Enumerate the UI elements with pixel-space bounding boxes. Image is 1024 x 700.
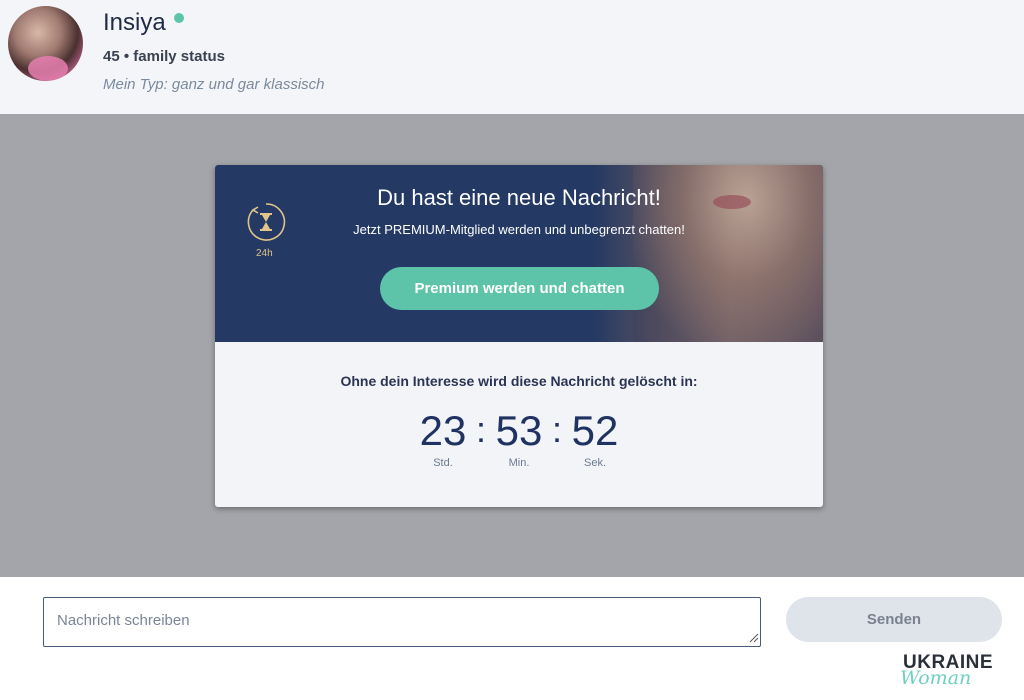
- watermark-line2: Woman: [900, 667, 972, 689]
- profile-type: Mein Typ: ganz und gar klassisch: [103, 76, 325, 93]
- watermark-logo: UKRAINE Woman: [900, 652, 1020, 696]
- online-indicator: [173, 13, 184, 23]
- premium-modal: 24h Du hast eine neue Nachricht! Jetzt P…: [215, 165, 823, 507]
- modal-title: Du hast eine neue Nachricht!: [377, 185, 661, 210]
- minutes-value: 53: [495, 407, 543, 454]
- seconds-value: 52: [571, 407, 619, 454]
- name-row: Insiya: [103, 9, 184, 37]
- modal-banner: 24h Du hast eine neue Nachricht! Jetzt P…: [215, 165, 823, 342]
- deletion-warning: Ohne dein Interesse wird diese Nachricht…: [340, 373, 698, 389]
- profile-status: 45 • family status: [103, 48, 225, 65]
- hours-label: Std.: [433, 457, 453, 469]
- countdown-separator: :: [475, 409, 486, 450]
- seconds-label: Sek.: [583, 457, 606, 469]
- profile-header: Insiya 45 • family status Mein Typ: ganz…: [0, 0, 1024, 114]
- minutes-label: Min.: [508, 457, 530, 469]
- countdown-seconds: 52 Sek.: [565, 405, 625, 469]
- countdown-hours: 23 Std.: [413, 405, 473, 469]
- countdown-minutes: 53 Min.: [489, 405, 549, 469]
- message-input[interactable]: [43, 597, 761, 647]
- avatar[interactable]: [8, 6, 83, 81]
- countdown-separator: :: [551, 409, 562, 450]
- send-button[interactable]: Senden: [786, 597, 1002, 642]
- profile-name[interactable]: Insiya: [103, 9, 166, 37]
- premium-cta-button[interactable]: Premium werden und chatten: [380, 267, 659, 310]
- modal-subtitle: Jetzt PREMIUM-Mitglied werden und unbegr…: [353, 222, 685, 237]
- countdown-timer: 23 Std. : 53 Min. : 52 Sek.: [215, 405, 823, 469]
- hours-value: 23: [419, 407, 467, 454]
- timer-caption: 24h: [256, 248, 273, 259]
- resize-handle-icon[interactable]: [749, 633, 759, 643]
